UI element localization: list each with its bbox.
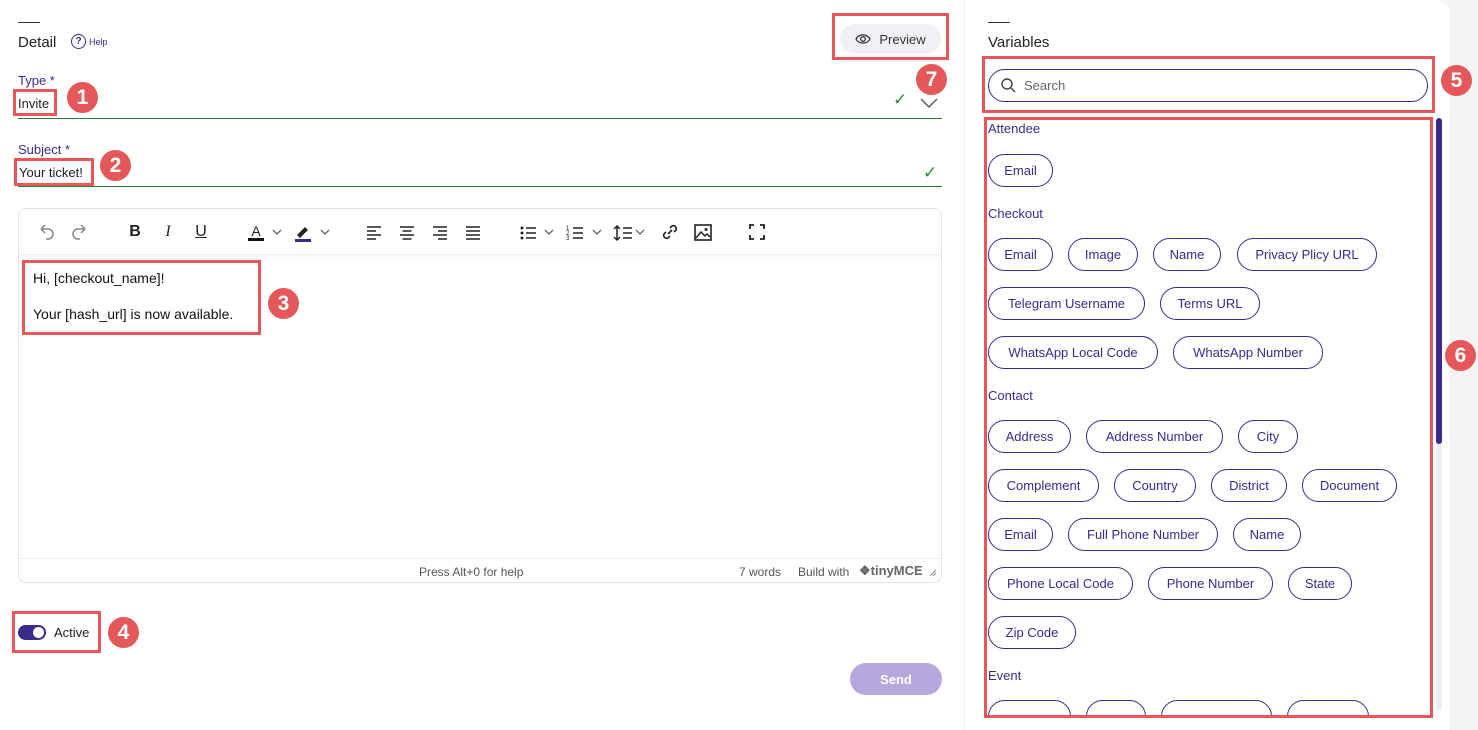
bullet-list-chevron-icon[interactable] [543, 221, 555, 243]
status-help-text: Press Alt+0 for help [419, 565, 524, 579]
panel-divider [964, 0, 965, 730]
annotation-box-2 [14, 158, 94, 186]
annotation-badge-5: 5 [1441, 65, 1472, 96]
chevron-down-icon[interactable] [920, 98, 938, 108]
variables-scrollbar-thumb[interactable] [1436, 118, 1442, 444]
subject-valid-check-icon: ✓ [923, 163, 938, 182]
italic-icon[interactable]: I [161, 221, 175, 243]
text-color-icon[interactable]: A [247, 221, 265, 243]
type-underline [18, 118, 942, 119]
editor-toolbar: B I U A 123 [19, 209, 941, 255]
help-icon: ? [71, 34, 86, 49]
annotation-badge-7: 7 [916, 64, 947, 95]
annotation-badge-1: 1 [67, 82, 98, 113]
detail-title: Detail [18, 34, 57, 51]
line-height-chevron-icon[interactable] [634, 221, 646, 243]
bullet-list-icon[interactable] [519, 221, 537, 243]
redo-icon[interactable] [71, 221, 89, 243]
align-left-icon[interactable] [365, 221, 383, 243]
annotation-badge-3: 3 [268, 288, 299, 319]
annotation-box-5 [982, 56, 1435, 113]
annotation-badge-4: 4 [108, 617, 139, 648]
annotation-box-6 [984, 117, 1433, 718]
type-valid-check-icon: ✓ [893, 90, 908, 109]
align-justify-icon[interactable] [464, 221, 482, 243]
detail-panel: Detail ? Help Preview Type * Invite ✓ Su… [0, 0, 964, 730]
word-count[interactable]: 7 words [739, 565, 781, 579]
tinymce-logo[interactable]: ❖tinyMCE [859, 563, 923, 579]
image-icon[interactable] [693, 221, 713, 243]
send-button[interactable]: Send [850, 663, 942, 695]
variables-title: Variables [988, 34, 1050, 51]
annotation-badge-2: 2 [100, 150, 131, 181]
text-color-chevron-icon[interactable] [271, 221, 283, 243]
numbered-list-icon[interactable]: 123 [566, 221, 584, 243]
link-icon[interactable] [660, 221, 680, 243]
annotation-box-3 [22, 260, 261, 335]
undo-icon[interactable] [37, 221, 55, 243]
resize-handle-icon[interactable] [929, 569, 937, 577]
highlight-color-icon[interactable] [293, 221, 313, 243]
align-right-icon[interactable] [431, 221, 449, 243]
underline-icon[interactable]: U [193, 221, 209, 243]
annotation-box-1 [13, 89, 57, 116]
build-with-text: Build with [798, 565, 850, 579]
editor-statusbar: Press Alt+0 for help 7 words Build with … [19, 558, 941, 582]
fullscreen-icon[interactable] [748, 221, 766, 243]
subject-underline [18, 186, 942, 187]
align-center-icon[interactable] [398, 221, 416, 243]
numbered-list-chevron-icon[interactable] [591, 221, 603, 243]
subject-label: Subject * [18, 142, 71, 157]
annotation-box-4 [12, 611, 101, 653]
svg-text:3: 3 [566, 236, 570, 242]
help-label: Help [89, 36, 108, 47]
section-dash [18, 22, 40, 23]
annotation-badge-6: 6 [1445, 340, 1476, 371]
highlight-chevron-icon[interactable] [319, 221, 331, 243]
bold-icon[interactable]: B [127, 221, 143, 243]
help-link[interactable]: ? Help [71, 34, 108, 49]
line-height-icon[interactable] [613, 221, 633, 243]
variables-dash [988, 22, 1010, 23]
type-label: Type * [18, 73, 55, 88]
tinymce-logo-icon: ❖ [859, 563, 871, 578]
tinymce-brand: tinyMCE [870, 563, 923, 578]
annotation-box-7 [832, 13, 949, 60]
